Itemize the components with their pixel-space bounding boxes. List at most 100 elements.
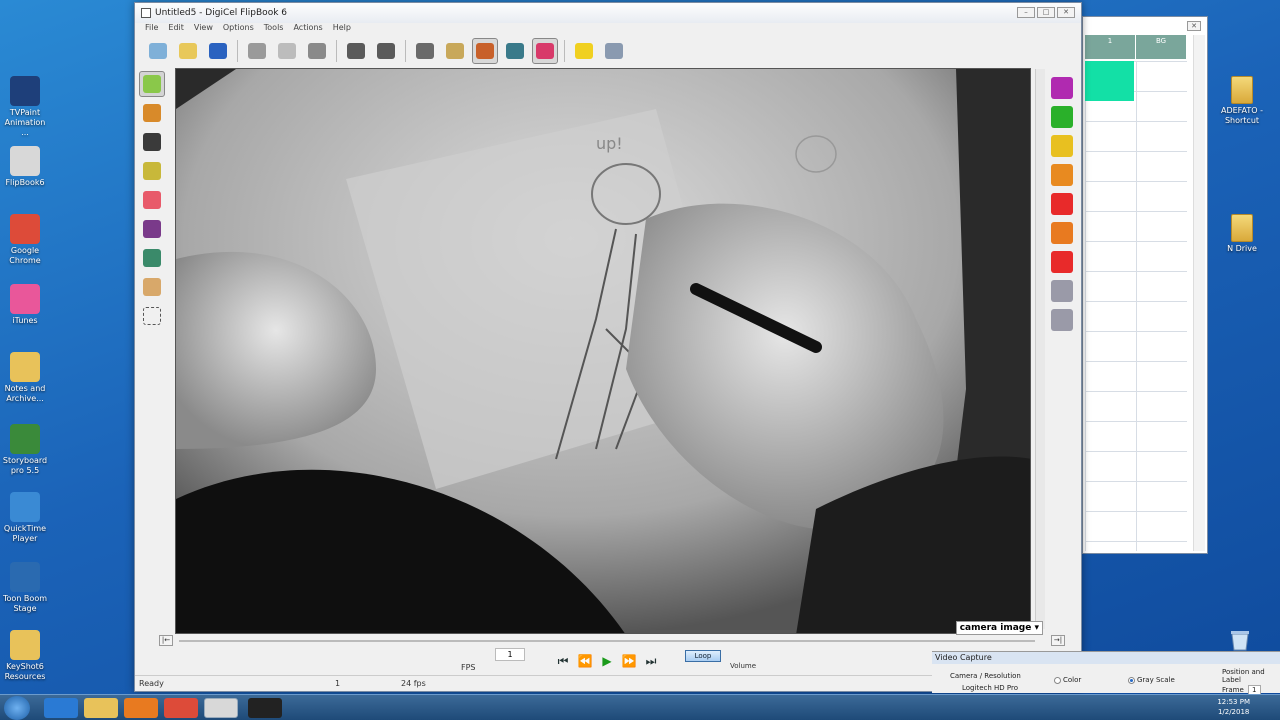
maximize-button[interactable]: □ [1037, 7, 1055, 18]
last-frame-icon[interactable]: ⏭ [643, 653, 659, 669]
eraser-tool-icon[interactable] [139, 187, 165, 213]
prev-icon[interactable] [1049, 307, 1075, 333]
desktop-icon-2[interactable]: Google Chrome [2, 214, 48, 266]
desktop-icon-4[interactable]: Notes and Archive... [2, 352, 48, 404]
open-icon[interactable] [175, 38, 201, 64]
ink-tool-icon[interactable] [139, 216, 165, 242]
desktop-icon-6[interactable]: QuickTime Player [2, 492, 48, 544]
camera-image: up! [176, 69, 1030, 633]
settings-icon[interactable] [601, 38, 627, 64]
window-title: Untitled5 - DigiCel FlipBook 6 [155, 8, 287, 18]
system-clock[interactable]: 12:53 PM 1/2/2018 [1217, 697, 1250, 717]
hand-tool-icon[interactable] [139, 274, 165, 300]
next-frame-icon[interactable]: ⏩ [621, 653, 637, 669]
desktop-icon-3[interactable]: iTunes [2, 284, 48, 326]
desktop-icon-8[interactable]: KeyShot6 Resources [2, 630, 48, 682]
xsheet-column-bg[interactable]: BG [1136, 35, 1187, 59]
menu-bar: File Edit View Options Tools Actions Hel… [135, 23, 1081, 35]
canvas-vertical-scrollbar[interactable] [1035, 69, 1045, 629]
video-capture-panel: Video Capture Camera / Resolution Logite… [932, 651, 1280, 695]
menu-help[interactable]: Help [333, 23, 351, 35]
timeline-track[interactable] [179, 640, 1035, 642]
paste-icon[interactable] [304, 38, 330, 64]
prev-frame-icon[interactable]: ⏪ [577, 653, 593, 669]
new-scene-icon[interactable] [145, 38, 171, 64]
brush-tool-icon[interactable] [139, 100, 165, 126]
menu-actions[interactable]: Actions [293, 23, 322, 35]
layers-icon[interactable] [1049, 75, 1075, 101]
timeline-slider[interactable]: |← →| [157, 635, 1065, 647]
ie-icon[interactable] [44, 698, 78, 718]
desktop-icon-5[interactable]: Storyboard pro 5.5 [2, 424, 48, 476]
xsheet-scrollbar[interactable] [1193, 35, 1205, 551]
media-player-icon[interactable] [124, 698, 158, 718]
color-radio[interactable]: Color [1054, 676, 1081, 684]
undo-icon[interactable] [343, 38, 369, 64]
taskbar: 12:53 PM 1/2/2018 [0, 694, 1280, 720]
minimize-button[interactable]: – [1017, 7, 1035, 18]
pencil-tool-icon[interactable] [139, 71, 165, 97]
frame-input[interactable]: 1 [495, 648, 525, 661]
xsheet-cell-selected[interactable] [1085, 61, 1134, 101]
camera-icon[interactable] [502, 38, 528, 64]
status-fps: 24 fps [401, 679, 426, 688]
start-button[interactable] [4, 696, 30, 720]
toolbar-separator [237, 40, 238, 62]
flipbook-taskbar-icon[interactable] [204, 698, 238, 718]
next-icon[interactable] [1049, 278, 1075, 304]
folder-icon [10, 630, 40, 660]
rotate-icon[interactable] [1049, 162, 1075, 188]
select-tool-icon[interactable] [139, 303, 165, 329]
cut-icon[interactable] [244, 38, 270, 64]
redo-icon[interactable] [373, 38, 399, 64]
volume-label: Volume [730, 662, 757, 670]
desktop-icon-1[interactable]: FlipBook6 [2, 146, 48, 188]
desktop-icon-0[interactable]: TVPaint Animation ... [2, 76, 48, 138]
bulb-icon[interactable] [571, 38, 597, 64]
explorer-icon[interactable] [84, 698, 118, 718]
delete-icon[interactable] [1049, 249, 1075, 275]
drawing-tools [139, 71, 169, 332]
camera-image-dropdown[interactable]: camera image ▾ [955, 621, 1043, 635]
fill-tool-icon[interactable] [139, 245, 165, 271]
desktop-icon-7[interactable]: Toon Boom Stage [2, 562, 48, 614]
status-frame: 1 [335, 679, 341, 688]
camera-select[interactable]: Logitech HD Pro [962, 684, 1018, 692]
obs-taskbar-icon[interactable] [248, 698, 282, 718]
scale-icon[interactable] [1049, 133, 1075, 159]
timeline-end-button[interactable]: →| [1051, 635, 1065, 646]
menu-edit[interactable]: Edit [168, 23, 184, 35]
desktop-icon-n-drive[interactable]: N Drive [1214, 214, 1270, 254]
marker-tool-icon[interactable] [139, 158, 165, 184]
copy-icon[interactable] [274, 38, 300, 64]
timeline-start-button[interactable]: |← [159, 635, 173, 646]
menu-view[interactable]: View [194, 23, 213, 35]
close-button[interactable]: ✕ [1057, 7, 1075, 18]
fps-label: FPS [461, 663, 476, 672]
first-frame-icon[interactable]: ⏮ [555, 653, 571, 669]
play-icon[interactable]: ▶ [599, 653, 615, 669]
close-icon[interactable]: ✕ [1187, 21, 1201, 31]
reset-icon[interactable] [1049, 220, 1075, 246]
paint-bucket-icon[interactable] [442, 38, 468, 64]
menu-options[interactable]: Options [223, 23, 254, 35]
grayscale-radio[interactable]: Gray Scale [1128, 676, 1175, 684]
move-icon[interactable] [1049, 104, 1075, 130]
main-toolbar [141, 36, 761, 66]
save-icon[interactable] [205, 38, 231, 64]
recycle-bin-icon[interactable] [1228, 628, 1252, 652]
desktop-icon-adefato[interactable]: ADEFATO - Shortcut [1214, 76, 1270, 126]
menu-file[interactable]: File [145, 23, 158, 35]
loop-button[interactable]: Loop [685, 650, 721, 662]
camera-image-canvas[interactable]: up! [175, 68, 1031, 634]
pen-tool-icon[interactable] [139, 129, 165, 155]
capture-icon[interactable] [532, 38, 558, 64]
xsheet-column-1[interactable]: 1 [1085, 35, 1136, 59]
menu-tools[interactable]: Tools [264, 23, 284, 35]
chrome-taskbar-icon[interactable] [164, 698, 198, 718]
xsheet-grid[interactable] [1085, 61, 1187, 551]
skew-icon[interactable] [1049, 191, 1075, 217]
light-table-icon[interactable] [412, 38, 438, 64]
folder-icon [1231, 214, 1253, 242]
palette-icon[interactable] [472, 38, 498, 64]
